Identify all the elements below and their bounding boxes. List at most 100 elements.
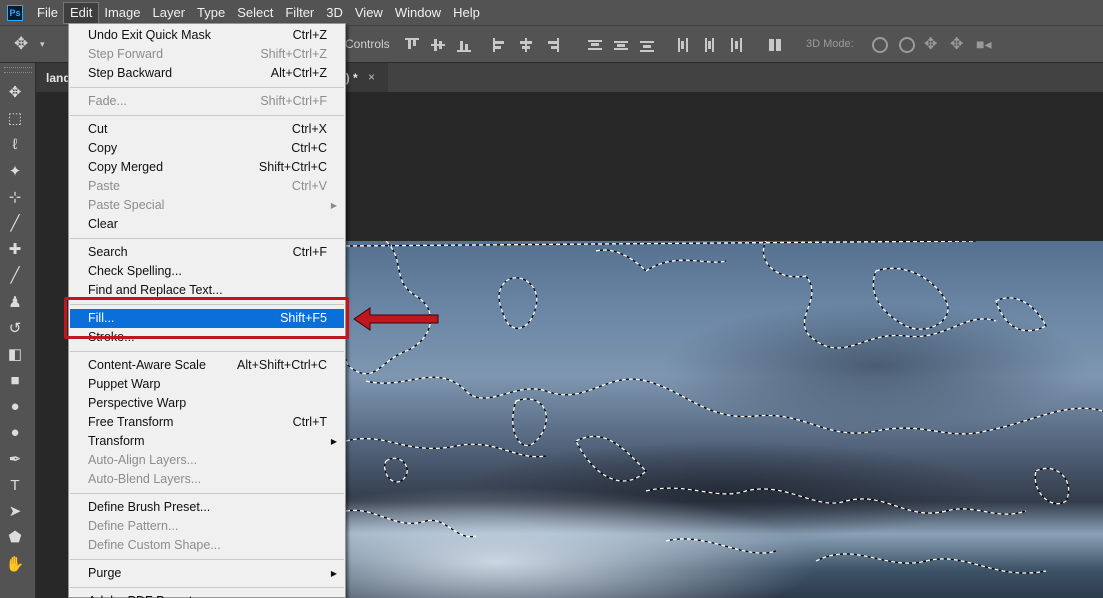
menu-item-label: Adobe PDF Presets... — [88, 592, 209, 598]
pan-3d-icon[interactable]: ✥ — [924, 35, 937, 53]
align-bottom-icon[interactable] — [457, 38, 471, 52]
menu-item-label: Free Transform — [88, 415, 174, 429]
edit-menu-item-paste[interactable]: Paste Ctrl+V — [70, 177, 344, 196]
menu-separator — [70, 351, 344, 352]
brush-icon[interactable]: ╱ — [4, 264, 26, 286]
menu-item-shortcut: Alt+Ctrl+Z — [270, 66, 327, 80]
edit-menu-item-define-custom-shape[interactable]: Define Custom Shape... — [70, 536, 344, 555]
menu-help[interactable]: Help — [447, 3, 486, 23]
slide-3d-icon[interactable]: ✥ — [950, 35, 963, 53]
edit-menu-item-fade[interactable]: Fade... Shift+Ctrl+F — [70, 92, 344, 111]
menu-item-label: Puppet Warp — [88, 377, 161, 391]
distribute-top-icon[interactable] — [588, 38, 602, 52]
orbit-3d-icon[interactable] — [872, 37, 888, 53]
gradient-icon[interactable]: ■ — [4, 369, 26, 391]
scale-3d-icon[interactable]: ■◂ — [976, 35, 991, 53]
distribute-horizontal-center-icon[interactable] — [702, 38, 716, 52]
tool-preset-dropdown-icon[interactable]: ▾ — [40, 35, 45, 53]
edit-menu-item-perspective-warp[interactable]: Perspective Warp — [70, 394, 344, 413]
edit-menu-item-search[interactable]: Search Ctrl+F — [70, 243, 344, 262]
edit-menu-item-auto-blend-layers[interactable]: Auto-Blend Layers... — [70, 470, 344, 489]
edit-menu-item-paste-special[interactable]: Paste Special ▶ — [70, 196, 344, 215]
lasso-icon[interactable]: ℓ — [4, 133, 26, 155]
marching-ants-selection — [346, 241, 1103, 574]
menu-item-shortcut: Shift+Ctrl+C — [258, 160, 327, 174]
pen-icon[interactable]: ✒ — [4, 448, 26, 470]
align-horizontal-center-icon[interactable] — [519, 38, 533, 52]
auto-align-layers-icon[interactable] — [768, 38, 782, 52]
submenu-arrow-icon: ▶ — [330, 437, 337, 446]
marquee-icon[interactable]: ⬚ — [4, 107, 26, 129]
menu-item-label: Copy — [88, 141, 118, 155]
edit-menu-item-step-forward[interactable]: Step Forward Shift+Ctrl+Z — [70, 45, 344, 64]
crop-icon[interactable]: ⊹ — [4, 186, 26, 208]
menu-bar: Ps File Edit Image Layer Type Select Filter 3D V… — [0, 0, 1103, 25]
eyedropper-icon[interactable]: ╱ — [4, 212, 26, 234]
menu-separator — [70, 559, 344, 560]
magic-wand-icon[interactable]: ✦ — [4, 160, 26, 182]
panel-grip[interactable] — [4, 67, 32, 73]
path-select-icon[interactable]: ➤ — [4, 500, 26, 522]
distribute-bottom-icon[interactable] — [640, 38, 654, 52]
edit-menu-item-free-transform[interactable]: Free Transform Ctrl+T — [70, 413, 344, 432]
menu-3d[interactable]: 3D — [320, 3, 349, 23]
edit-menu-item-copy[interactable]: Copy Ctrl+C — [70, 139, 344, 158]
move-tool-icon[interactable]: ✥ — [14, 34, 28, 53]
menu-items: File Edit Image Layer Type Select Filter 3D View… — [31, 1, 486, 24]
edit-menu-item-puppet-warp[interactable]: Puppet Warp — [70, 375, 344, 394]
align-right-icon[interactable] — [545, 38, 559, 52]
edit-menu-item-undo-exit-quick-mask[interactable]: Undo Exit Quick Mask Ctrl+Z — [70, 26, 344, 45]
show-transform-controls-label[interactable]: Controls — [345, 35, 390, 53]
menu-image[interactable]: Image — [98, 3, 146, 23]
edit-menu-item-clear[interactable]: Clear — [70, 215, 344, 234]
distribute-vertical-center-icon[interactable] — [614, 38, 628, 52]
healing-brush-icon[interactable]: ✚ — [4, 238, 26, 260]
edit-menu-item-define-pattern[interactable]: Define Pattern... — [70, 517, 344, 536]
menu-file[interactable]: File — [31, 3, 64, 23]
roll-3d-icon[interactable] — [899, 37, 915, 53]
menu-window[interactable]: Window — [389, 3, 447, 23]
menu-item-shortcut: Ctrl+V — [291, 179, 327, 193]
dodge-icon[interactable]: ● — [4, 422, 26, 444]
menu-item-shortcut: Alt+Shift+Ctrl+C — [237, 358, 327, 372]
hand-icon[interactable]: ✋ — [4, 553, 26, 575]
edit-menu-item-adobe-pdf-presets[interactable]: Adobe PDF Presets... — [70, 592, 344, 598]
menu-filter[interactable]: Filter — [279, 3, 320, 23]
edit-menu-item-purge[interactable]: Purge ▶ — [70, 564, 344, 583]
menu-edit[interactable]: Edit — [62, 1, 100, 24]
menu-separator — [70, 87, 344, 88]
edit-menu-item-auto-align-layers[interactable]: Auto-Align Layers... — [70, 451, 344, 470]
menu-item-label: Content-Aware Scale — [88, 358, 206, 372]
edit-menu-item-step-backward[interactable]: Step Backward Alt+Ctrl+Z — [70, 64, 344, 83]
menu-layer[interactable]: Layer — [147, 3, 192, 23]
menu-item-shortcut: Shift+Ctrl+Z — [260, 47, 327, 61]
blur-icon[interactable]: ● — [4, 395, 26, 417]
menu-type[interactable]: Type — [191, 3, 231, 23]
edit-menu-item-transform[interactable]: Transform ▶ — [70, 432, 344, 451]
shape-icon[interactable]: ⬟ — [4, 526, 26, 548]
edit-menu-item-cut[interactable]: Cut Ctrl+X — [70, 120, 344, 139]
type-icon[interactable]: T — [4, 474, 26, 496]
align-left-icon[interactable] — [493, 38, 507, 52]
menu-item-label: Define Pattern... — [88, 519, 179, 533]
eraser-icon[interactable]: ◧ — [4, 343, 26, 365]
distribute-left-icon[interactable] — [676, 38, 690, 52]
move-icon[interactable]: ✥ — [4, 81, 26, 103]
edit-menu-item-define-brush-preset[interactable]: Define Brush Preset... — [70, 498, 344, 517]
align-top-icon[interactable] — [405, 38, 419, 52]
menu-select[interactable]: Select — [231, 3, 279, 23]
menu-item-shortcut: Ctrl+X — [291, 122, 327, 136]
stamp-icon[interactable]: ♟ — [4, 291, 26, 313]
edit-menu-item-check-spelling[interactable]: Check Spelling... — [70, 262, 344, 281]
menu-view[interactable]: View — [349, 3, 389, 23]
history-brush-icon[interactable]: ↺ — [4, 317, 26, 339]
edit-menu-item-content-aware-scale[interactable]: Content-Aware Scale Alt+Shift+Ctrl+C — [70, 356, 344, 375]
landscape-image[interactable] — [346, 241, 1103, 598]
menu-item-label: Define Brush Preset... — [88, 500, 211, 514]
close-icon[interactable]: × — [368, 70, 375, 84]
edit-menu-item-copy-merged[interactable]: Copy Merged Shift+Ctrl+C — [70, 158, 344, 177]
align-vertical-center-icon[interactable] — [431, 38, 445, 52]
menu-item-label: Cut — [88, 122, 108, 136]
distribute-right-icon[interactable] — [728, 38, 742, 52]
menu-item-label: Fade... — [88, 94, 127, 108]
